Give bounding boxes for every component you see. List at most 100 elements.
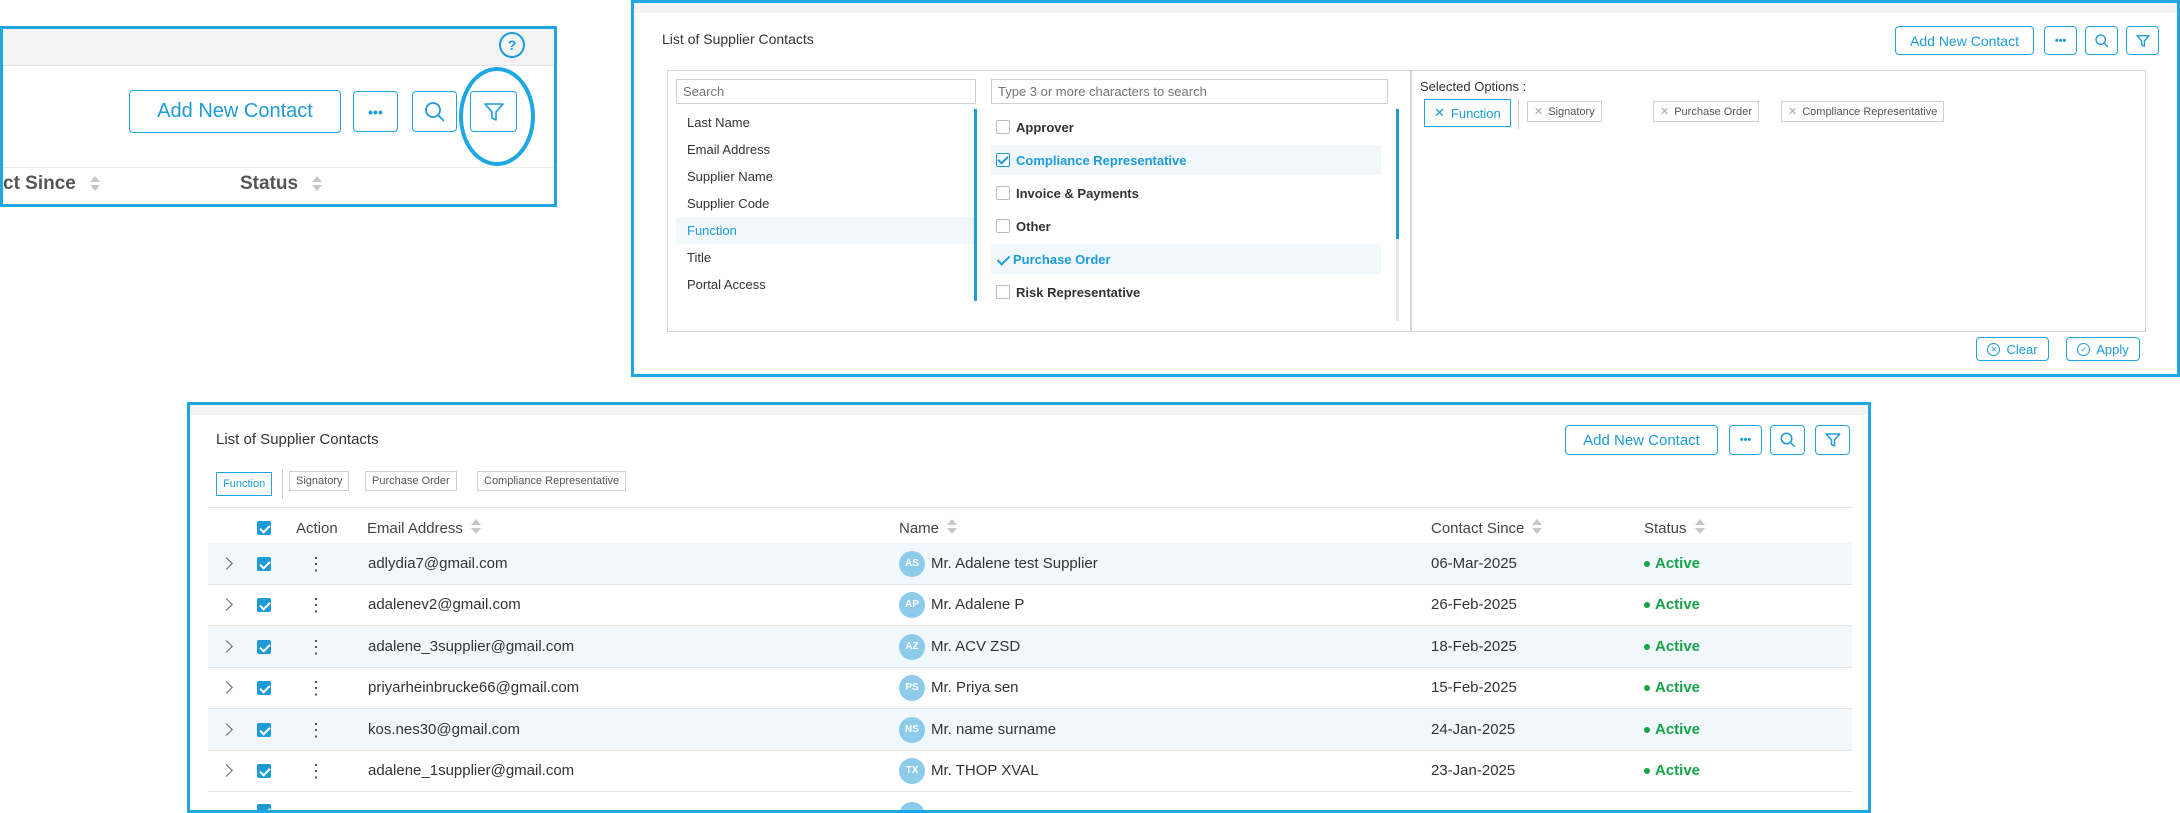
row-email: adalene_1supplier@gmail.com [368,762,575,779]
option-list-scrollbar[interactable] [1396,109,1399,239]
option-search-input[interactable] [991,79,1388,104]
option-purchase-order[interactable]: Purchase Order [991,244,1381,274]
row-action-menu-icon[interactable]: ⋮ [307,626,325,667]
option-compliance-representative-label: Compliance Representative [1016,152,1187,168]
column-status-header[interactable]: Status [240,167,323,201]
option-risk-representative-label: Risk Representative [1016,284,1141,300]
expand-row-icon[interactable] [220,709,233,750]
more-options-button[interactable]: ••• [2044,26,2077,55]
apply-button[interactable]: ✓ Apply [2066,337,2140,361]
filter-button[interactable] [1815,425,1850,455]
status-label: Active [1655,679,1701,696]
table-row[interactable]: ⋮ adalenev2@gmail.com AP Mr. Adalene P 26… [208,584,1852,626]
active-filter-compliance-representative-label: Compliance Representative [484,475,620,487]
add-new-contact-button[interactable]: Add New Contact [1895,26,2034,55]
add-new-contact-button[interactable]: Add New Contact [129,90,341,133]
row-name-cell: AP Mr. Adalene P [899,584,1024,625]
remove-icon[interactable]: ✕ [1660,105,1669,118]
filter-panel-top-bar [634,3,2177,13]
option-approver-checkbox[interactable] [996,120,1010,134]
option-list-scrollbar-track [1396,239,1399,321]
expand-row-icon[interactable] [220,626,233,667]
field-item-function[interactable]: Function [676,217,976,244]
row-checkbox[interactable] [257,667,271,708]
filter-button[interactable] [2126,26,2159,55]
expand-row-icon[interactable] [220,750,233,791]
more-options-icon: ••• [2054,34,2067,47]
option-risk-representative[interactable]: Risk Representative [991,277,1381,307]
column-contact-since-header[interactable]: Contact Since [1431,519,1543,537]
row-checkbox[interactable] [257,804,271,810]
field-list-scrollbar[interactable] [974,109,977,301]
field-item-supplier-code[interactable]: Supplier Code [676,190,976,217]
option-purchase-order-check-icon[interactable] [996,252,1011,266]
option-other[interactable]: Other [991,211,1381,241]
active-filter-compliance-representative[interactable]: Compliance Representative [477,471,627,491]
field-search-input[interactable] [676,79,976,104]
more-options-button[interactable]: ••• [1729,425,1762,455]
selected-chip-purchase-order[interactable]: ✕ Purchase Order [1653,101,1759,122]
row-action-menu-icon[interactable]: ⋮ [307,709,325,750]
active-filter-purchase-order[interactable]: Purchase Order [365,471,457,491]
option-invoice-payments[interactable]: Invoice & Payments [991,178,1381,208]
table-row[interactable]: ⋮ adalene_3supplier@gmail.com AZ Mr. ACV … [208,626,1852,668]
row-name: Mr. Adalene test Supplier [931,555,1098,572]
row-name-cell: AS Mr. Adalene test Supplier [899,543,1098,584]
active-filter-signatory[interactable]: Signatory [289,471,350,491]
selected-chip-signatory[interactable]: ✕ Signatory [1527,101,1602,122]
clear-button[interactable]: ✕ Clear [1976,337,2049,361]
row-checkbox[interactable] [257,543,271,584]
row-action-menu-icon[interactable]: ⋮ [307,750,325,791]
table-row[interactable]: ⋮ priyarheinbrucke66@gmail.com PS Mr. Pri… [208,667,1852,709]
option-compliance-representative-checkbox[interactable] [996,153,1010,167]
more-options-icon: ••• [1739,434,1752,446]
row-action-menu-icon[interactable]: ⋮ [307,584,325,625]
column-contact-since-header[interactable]: ct Since [3,167,100,201]
more-options-button[interactable]: ••• [353,91,398,132]
option-risk-representative-checkbox[interactable] [996,285,1010,299]
column-name-header[interactable]: Name [899,519,958,537]
option-other-label: Other [1016,218,1051,234]
field-item-title[interactable]: Title [676,244,976,271]
add-new-contact-button[interactable]: Add New Contact [1565,425,1718,455]
field-item-last-name[interactable]: Last Name [676,109,976,136]
field-item-supplier-name[interactable]: Supplier Name [676,163,976,190]
search-button[interactable] [1770,425,1805,455]
status-label: Active [1655,596,1701,613]
remove-icon[interactable]: ✕ [1434,105,1445,121]
row-contact-since: 24-Jan-2025 [1431,721,1516,738]
option-invoice-payments-checkbox[interactable] [996,186,1010,200]
option-compliance-representative[interactable]: Compliance Representative [991,145,1381,175]
remove-icon[interactable]: ✕ [1788,105,1797,118]
row-checkbox[interactable] [257,584,271,625]
more-options-icon: ••• [368,103,383,120]
field-item-portal-access[interactable]: Portal Access [676,271,976,298]
table-row[interactable]: ⋮ kos.nes30@gmail.com NS Mr. name surname… [208,709,1852,751]
row-action-menu-icon[interactable]: ⋮ [307,543,325,584]
row-checkbox[interactable] [257,709,271,750]
row-contact-since: 26-Feb-2025 [1431,596,1517,613]
option-approver[interactable]: Approver [991,112,1381,142]
active-filter-function[interactable]: Function [216,472,273,496]
row-checkbox[interactable] [257,750,271,791]
selected-chip-compliance-representative[interactable]: ✕ Compliance Representative [1781,101,1945,122]
expand-row-icon[interactable] [220,543,233,584]
search-button[interactable] [2085,26,2118,55]
expand-row-icon[interactable] [220,584,233,625]
table-row[interactable]: ⋮ adalene_1supplier@gmail.com TX Mr. THOP… [208,750,1852,792]
help-icon-glyph: ? [507,37,517,53]
row-checkbox[interactable] [257,626,271,667]
option-other-checkbox[interactable] [996,219,1010,233]
table-row[interactable]: ⋮ adlydia7@gmail.com AS Mr. Adalene test … [208,543,1852,585]
expand-row-icon[interactable] [220,667,233,708]
column-status-header[interactable]: Status [1644,519,1705,537]
select-all-checkbox[interactable] [257,521,271,535]
active-filter-purchase-order-label: Purchase Order [372,475,450,487]
help-icon[interactable]: ? [499,32,525,58]
column-email-header[interactable]: Email Address [367,519,481,537]
field-item-email-address[interactable]: Email Address [676,136,976,163]
row-action-menu-icon[interactable]: ⋮ [307,667,325,708]
search-button[interactable] [412,91,457,132]
selected-function-chip[interactable]: ✕ Function [1424,99,1511,127]
remove-icon[interactable]: ✕ [1534,105,1543,118]
